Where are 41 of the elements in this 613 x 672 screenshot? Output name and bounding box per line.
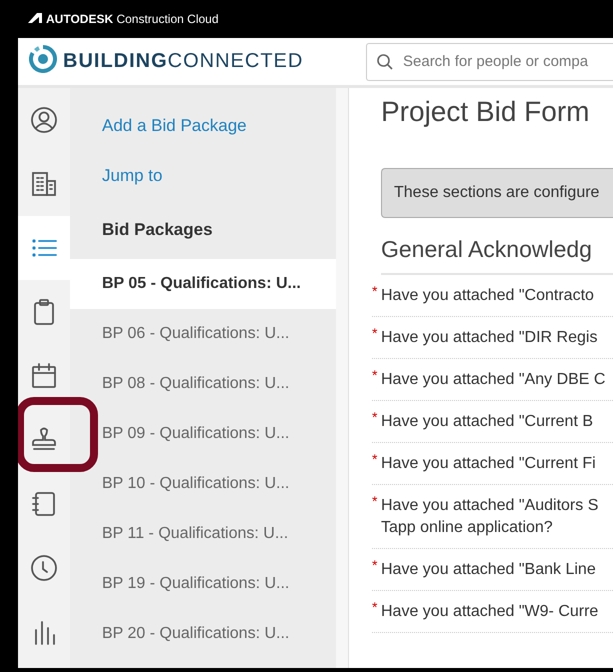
search-field[interactable]: Search for people or compa <box>366 42 613 80</box>
question-text: Have you attached "Contracto <box>381 286 594 306</box>
question-text: Have you attached "Bank Line <box>381 560 596 580</box>
section-title: General Acknowledg <box>381 236 613 275</box>
required-mark: * <box>372 495 378 511</box>
notice-banner: These sections are configure <box>381 168 613 218</box>
search-icon <box>376 52 394 70</box>
notebook-icon <box>30 490 58 518</box>
required-mark: * <box>372 601 378 617</box>
required-mark: * <box>372 285 378 301</box>
question-text: Have you attached "Current B <box>381 412 594 432</box>
required-mark: * <box>372 369 378 385</box>
bid-package-item[interactable]: BP 19 - Qualifications: U... <box>70 559 336 609</box>
logo-icon <box>29 45 57 73</box>
bid-package-item[interactable]: BP 20 - Qualifications: U... <box>70 609 336 659</box>
bid-package-item[interactable]: BP 10 - Qualifications: U... <box>70 459 336 509</box>
question-text: Have you attached "Auditors S Tapp online application? <box>381 496 598 538</box>
bid-package-item[interactable]: BP 11 - Qualifications: U... <box>70 509 336 559</box>
page-title: Project Bid Form <box>381 96 590 128</box>
window-title: AUTODESK Construction Cloud <box>46 12 219 26</box>
question-text: Have you attached "DIR Regis <box>381 328 598 348</box>
required-mark: * <box>372 453 378 469</box>
calendar-icon <box>30 362 58 390</box>
bid-package-item[interactable]: BP 05 - Qualifications: U... <box>70 259 336 309</box>
required-mark: * <box>372 327 378 343</box>
question-text: Have you attached "W9- Curre <box>381 602 598 622</box>
question-text: Have you attached "Current Fi <box>381 454 596 474</box>
bid-package-item[interactable]: BP 08 - Qualifications: U... <box>70 359 336 409</box>
user-icon <box>30 106 58 134</box>
bid-package-item[interactable]: BP 06 - Qualifications: U... <box>70 309 336 359</box>
panel-link[interactable]: Jump to <box>102 166 162 186</box>
logo-text: BUILDINGCONNECTED <box>63 50 304 73</box>
question-text: Have you attached "Any DBE C <box>381 370 606 390</box>
building-icon <box>30 170 58 198</box>
clock-icon <box>30 554 58 582</box>
panel-link[interactable]: Add a Bid Package <box>102 116 247 136</box>
required-mark: * <box>372 411 378 427</box>
required-mark: * <box>372 559 378 575</box>
panel-heading: Bid Packages <box>102 220 213 240</box>
autodesk-logo-icon <box>28 13 42 23</box>
bid-package-item[interactable]: BP 09 - Qualifications: U... <box>70 409 336 459</box>
